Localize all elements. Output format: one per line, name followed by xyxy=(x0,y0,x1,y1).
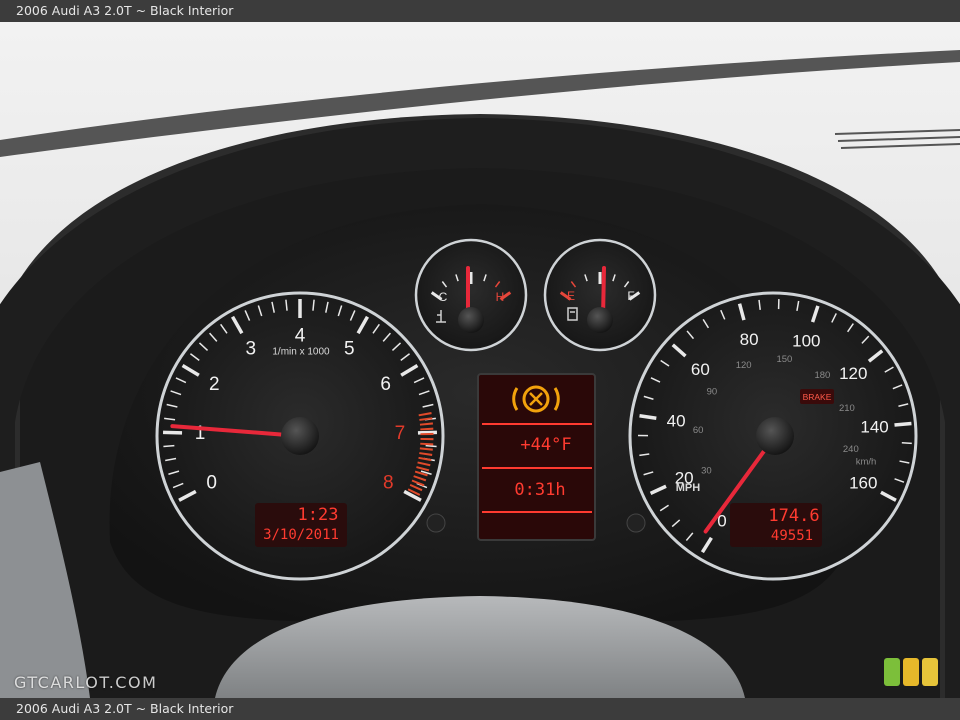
tachometer-hub xyxy=(281,417,319,455)
clock-time: 1:23 xyxy=(298,505,339,525)
watermark: GTCARLOT.COM xyxy=(14,673,158,692)
tick xyxy=(425,444,437,448)
outside-temperature: +44°F xyxy=(520,435,571,455)
watermark-logo xyxy=(884,658,938,686)
tachometer-label: 8 xyxy=(383,472,394,493)
fuel-full-label: F xyxy=(627,289,634,303)
mph-unit: MPH xyxy=(676,482,701,494)
tachometer: 012345678 1/min x 1000 1:23 3/10/2011 xyxy=(155,291,445,581)
mph-label: 80 xyxy=(740,330,759,349)
brake-warning-text: BRAKE xyxy=(803,392,832,402)
caption-bar-bottom: 2006 Audi A3 2.0T ~ Black Interior xyxy=(0,698,960,720)
mph-label: 100 xyxy=(792,332,820,351)
tachometer-label: 4 xyxy=(295,326,306,347)
tick xyxy=(901,442,912,445)
temp-hot-label: H xyxy=(496,290,505,304)
tachometer-label: 6 xyxy=(380,374,391,395)
caption-bar-top: 2006 Audi A3 2.0T ~ Black Interior xyxy=(0,0,960,22)
reset-button[interactable] xyxy=(426,513,446,533)
tachometer-label: 0 xyxy=(206,472,217,493)
mph-label: 60 xyxy=(691,360,710,379)
speedometer: 020406080 100120140160 306090120150180210… xyxy=(628,291,918,581)
tachometer-unit: 1/min x 1000 xyxy=(272,347,330,358)
caption-text: 2006 Audi A3 2.0T ~ Black Interior xyxy=(16,701,234,716)
mph-label: 140 xyxy=(860,417,888,436)
mph-label: 160 xyxy=(849,473,877,492)
tick xyxy=(639,414,657,420)
tachometer-label: 3 xyxy=(245,338,256,359)
kmh-label: 60 xyxy=(693,425,704,436)
caption-text: 2006 Audi A3 2.0T ~ Black Interior xyxy=(16,3,234,18)
fuel-gauge-dial xyxy=(543,238,657,352)
clock-date: 3/10/2011 xyxy=(263,527,339,543)
tick xyxy=(163,444,175,448)
total-odometer: 49551 xyxy=(771,528,813,544)
coolant-temperature-gauge: C H xyxy=(414,238,528,352)
kmh-label: 180 xyxy=(814,370,830,381)
menu-button[interactable] xyxy=(626,513,646,533)
dashboard-photo: 012345678 1/min x 1000 1:23 3/10/2011 C … xyxy=(0,22,960,698)
speedometer-hub xyxy=(756,417,794,455)
kmh-label: 150 xyxy=(776,354,792,365)
tachometer-label: 2 xyxy=(209,374,220,395)
tachometer-label: 5 xyxy=(344,338,355,359)
kmh-label: 210 xyxy=(839,403,855,414)
kmh-label: 120 xyxy=(736,360,752,371)
trip-odometer: 174.6 xyxy=(768,506,819,526)
trip-time: 0:31h xyxy=(514,480,565,500)
temp-gauge-dial xyxy=(414,238,528,352)
mph-label: 40 xyxy=(667,412,686,431)
fuel-empty-label: E xyxy=(567,289,575,303)
tick xyxy=(894,421,912,427)
kmh-unit: km/h xyxy=(856,457,877,468)
tachometer-label: 7 xyxy=(395,423,406,444)
fuel-gauge: E F xyxy=(543,238,657,352)
mph-label: 120 xyxy=(839,364,867,383)
temp-gauge-hub xyxy=(458,307,484,333)
kmh-label: 30 xyxy=(701,465,712,476)
kmh-label: 90 xyxy=(707,386,718,397)
kmh-label: 240 xyxy=(843,444,859,455)
fuel-gauge-hub xyxy=(587,307,613,333)
temp-cold-label: C xyxy=(439,290,448,304)
